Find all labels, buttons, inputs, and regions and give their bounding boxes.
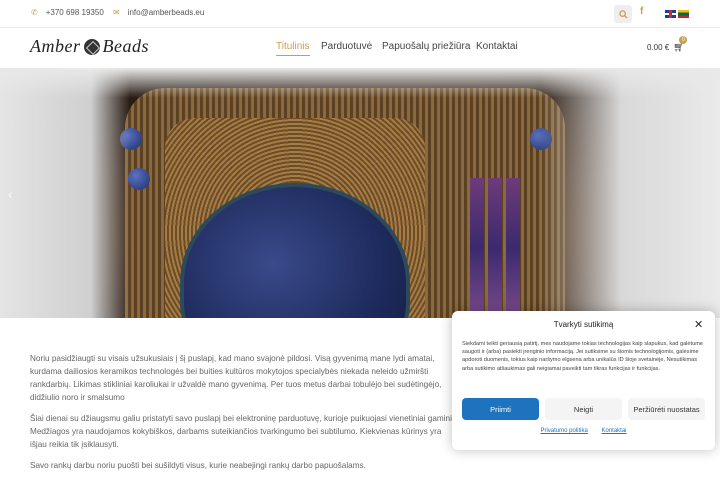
close-icon[interactable]: ✕ xyxy=(694,318,703,331)
cookie-consent-dialog: Tvarkyti sutikimą ✕ Siekdami teikti geri… xyxy=(452,311,715,450)
cookie-dialog-text: Siekdami teikti geriausią patirtį, mes n… xyxy=(462,341,703,372)
email-address: info@amberbeads.eu xyxy=(127,8,205,17)
phone-link[interactable]: ✆ +370 698 19350 xyxy=(31,8,104,17)
intro-paragraph: Savo rankų darbu noriu puošti bei sušild… xyxy=(30,461,366,470)
cart-total: 0.00 € xyxy=(647,43,670,52)
topbar: ✆ +370 698 19350 ✉ info@amberbeads.eu f xyxy=(0,0,720,28)
intro-paragraph: Šiai dienai su džiaugsmu galiu pristatyt… xyxy=(30,414,459,449)
phone-icon: ✆ xyxy=(31,8,38,17)
nav-item-contacts[interactable]: Kontaktai xyxy=(476,41,518,52)
en-flag-icon[interactable] xyxy=(665,10,676,18)
contacts-link[interactable]: Kontaktai xyxy=(602,428,627,434)
email-link[interactable]: ✉ info@amberbeads.eu xyxy=(113,8,204,17)
cookie-links: Privatumo politika Kontaktai xyxy=(452,428,715,434)
accept-button[interactable]: Priimti xyxy=(462,398,539,420)
nav-item-jewelry-care[interactable]: Papuošalų priežiūra xyxy=(382,41,470,52)
nav-item-home[interactable]: Titulinis xyxy=(276,41,310,56)
main-header: Amber Beads Titulinis Parduotuvė Papuoša… xyxy=(0,28,720,68)
intro-text: Noriu pasidžiaugti su visais užsukusiais… xyxy=(30,352,460,480)
hero-image-bead xyxy=(128,168,150,190)
hero-background xyxy=(0,68,130,318)
phone-number: +370 698 19350 xyxy=(45,8,104,17)
search-button[interactable] xyxy=(614,5,632,23)
hero-background xyxy=(0,68,720,98)
logo-text-left: Amber xyxy=(30,36,81,56)
preferences-button[interactable]: Peržiūrėti nuostatas xyxy=(628,398,705,420)
hero-background xyxy=(540,68,720,318)
hero-slider: ‹ xyxy=(0,68,720,318)
cookie-dialog-title: Tvarkyti sutikimą xyxy=(553,320,614,329)
cart-icon: 🛒︎ 0 xyxy=(673,36,688,53)
cart-count-badge: 0 xyxy=(679,36,688,44)
nav-item-shop[interactable]: Parduotuvė xyxy=(321,41,372,52)
logo-text-right: Beads xyxy=(102,36,149,56)
chevron-left-icon[interactable]: ‹ xyxy=(8,186,13,202)
logo-gem-icon xyxy=(83,38,100,55)
deny-button[interactable]: Neigti xyxy=(545,398,622,420)
lt-flag-icon[interactable] xyxy=(678,10,689,18)
search-icon xyxy=(618,9,628,19)
envelope-icon: ✉ xyxy=(113,8,120,17)
site-logo[interactable]: Amber Beads xyxy=(30,36,149,57)
facebook-icon[interactable]: f xyxy=(640,6,643,17)
cart-button[interactable]: 0.00 € 🛒︎ 0 xyxy=(647,36,688,53)
hero-image-stripe xyxy=(488,178,502,318)
hero-image-stripe xyxy=(506,178,520,318)
intro-paragraph: Noriu pasidžiaugti su visais užsukusiais… xyxy=(30,354,442,402)
hero-image-stripe xyxy=(470,178,484,318)
privacy-policy-link[interactable]: Privatumo politika xyxy=(540,428,587,434)
